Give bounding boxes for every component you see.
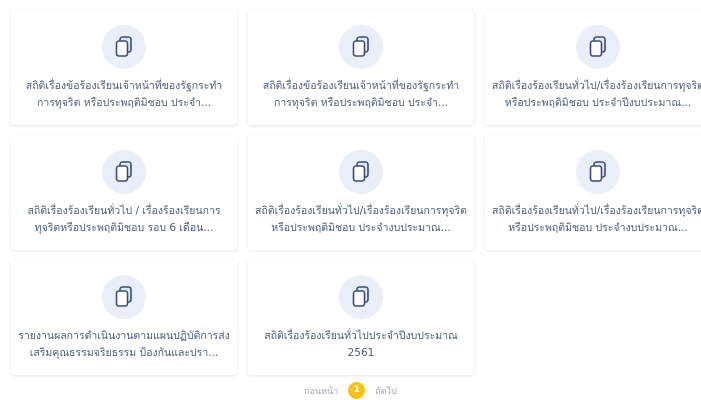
icon-circle [102,275,146,319]
document-icon [589,36,606,57]
prev-page-link[interactable]: ก่อนหน้า [304,384,338,398]
card-title: สถิติเรื่องข้อร้องเรียนเจ้าหน้าที่ของรัฐ… [262,80,460,109]
document-icon [115,36,132,57]
pagination: ก่อนหน้า 1 ถัดไป [0,382,701,400]
document-card[interactable]: สถิติเรื่องร้องเรียนทั่วไปประจำปีงบประมา… [248,260,474,375]
next-page-link[interactable]: ถัดไป [375,384,397,398]
document-card[interactable]: สถิติเรื่องข้อร้องเรียนเจ้าหน้าที่ของรัฐ… [11,10,237,125]
document-card-grid: สถิติเรื่องข้อร้องเรียนเจ้าหน้าที่ของรัฐ… [0,0,701,399]
icon-circle [102,150,146,194]
document-card[interactable]: สถิติเรื่องข้อร้องเรียนเจ้าหน้าที่ของรัฐ… [248,10,474,125]
card-title: รายงานผลการดำเนินงานตามแผนปฏิบัติการส่งเ… [18,330,230,359]
card-title: สถิติเรื่องร้องเรียนทั่วไป/เรื่องร้องเรี… [492,205,701,234]
document-icon [115,161,132,182]
current-page-indicator[interactable]: 1 [348,382,366,399]
document-icon [352,286,369,307]
icon-circle [576,150,620,194]
document-icon [589,161,606,182]
document-card[interactable]: สถิติเรื่องร้องเรียนทั่วไป / เรื่องร้องเ… [11,135,237,250]
card-title: สถิติเรื่องร้องเรียนทั่วไป / เรื่องร้องเ… [27,205,221,234]
icon-circle [339,25,383,69]
icon-circle [339,275,383,319]
card-title: สถิติเรื่องข้อร้องเรียนเจ้าหน้าที่ของรัฐ… [25,80,223,109]
icon-circle [102,25,146,69]
document-icon [352,161,369,182]
icon-circle [339,150,383,194]
document-card[interactable]: สถิติเรื่องร้องเรียนทั่วไป/เรื่องร้องเรี… [485,10,701,125]
document-card[interactable]: สถิติเรื่องร้องเรียนทั่วไป/เรื่องร้องเรี… [485,135,701,250]
card-title: สถิติเรื่องร้องเรียนทั่วไปประจำปีงบประมา… [264,330,458,359]
document-icon [115,286,132,307]
icon-circle [576,25,620,69]
card-title: สถิติเรื่องร้องเรียนทั่วไป/เรื่องร้องเรี… [492,80,701,109]
document-card[interactable]: สถิติเรื่องร้องเรียนทั่วไป/เรื่องร้องเรี… [248,135,474,250]
card-title: สถิติเรื่องร้องเรียนทั่วไป/เรื่องร้องเรี… [255,205,467,234]
document-icon [352,36,369,57]
document-card[interactable]: รายงานผลการดำเนินงานตามแผนปฏิบัติการส่งเ… [11,260,237,375]
